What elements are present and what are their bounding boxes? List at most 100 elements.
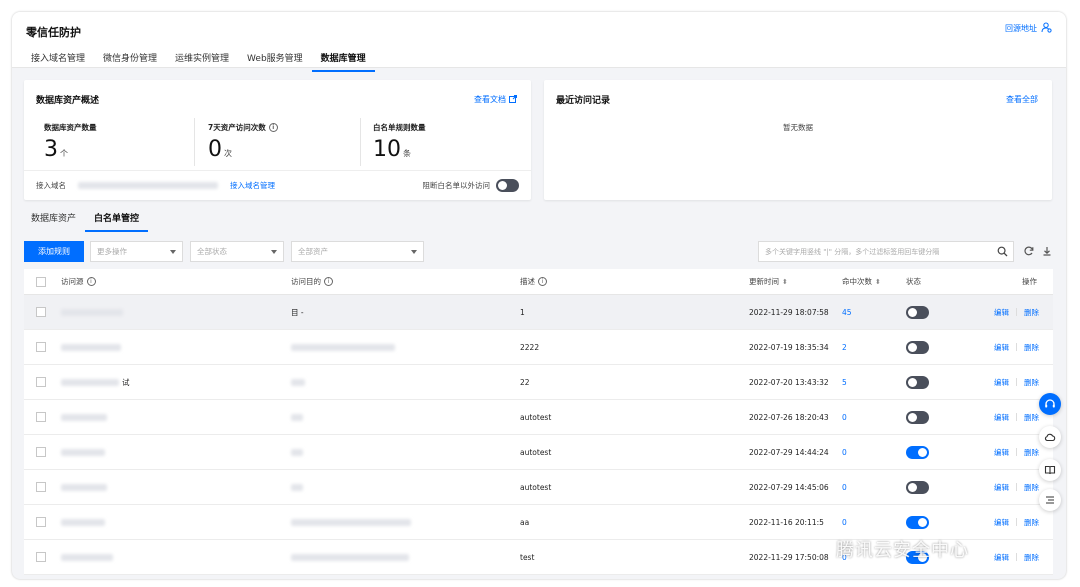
divider bbox=[1016, 308, 1017, 316]
status-toggle[interactable] bbox=[906, 410, 929, 424]
edit-button[interactable]: 编辑 bbox=[994, 377, 1009, 388]
tab-database-assets[interactable]: 数据库资产 bbox=[22, 208, 85, 232]
edit-button[interactable]: 编辑 bbox=[994, 517, 1009, 528]
hits-value[interactable]: 5 bbox=[842, 378, 847, 387]
col-action: 操作 bbox=[1022, 277, 1037, 286]
edit-button[interactable]: 编辑 bbox=[994, 412, 1009, 423]
tab-web-service[interactable]: Web服务管理 bbox=[238, 48, 312, 72]
hits-value[interactable]: 0 bbox=[842, 483, 847, 492]
row-checkbox[interactable] bbox=[36, 552, 46, 562]
hits-value[interactable]: 0 bbox=[842, 448, 847, 457]
delete-button[interactable]: 删除 bbox=[1024, 342, 1039, 353]
row-checkbox[interactable] bbox=[36, 412, 46, 422]
hits-value[interactable]: 45 bbox=[842, 308, 852, 317]
cloud-button[interactable] bbox=[1039, 426, 1061, 448]
table-header: 访问源 i 访问目的 i 描述 i 更新时间 ⬍ 命中次数 ⬍ 状态 操作 bbox=[24, 269, 1053, 295]
sort-icon[interactable]: ⬍ bbox=[782, 278, 788, 286]
row-checkbox[interactable] bbox=[36, 377, 46, 387]
row-checkbox[interactable] bbox=[36, 447, 46, 457]
table-row: 2222 2022-07-19 18:35:34 2 编辑 删除 bbox=[24, 330, 1053, 365]
docs-button[interactable] bbox=[1039, 459, 1061, 481]
tab-domain-management[interactable]: 接入域名管理 bbox=[22, 48, 94, 72]
info-icon[interactable]: i bbox=[538, 277, 547, 286]
col-desc: 描述 bbox=[520, 277, 535, 286]
info-icon[interactable]: i bbox=[86, 277, 96, 286]
domain-manage-link[interactable]: 接入域名管理 bbox=[230, 180, 275, 191]
status-toggle[interactable] bbox=[906, 375, 929, 389]
search-icon[interactable] bbox=[997, 246, 1008, 259]
tab-whitelist-control[interactable]: 白名单管控 bbox=[85, 208, 149, 232]
view-all-link[interactable]: 查看全部 bbox=[1006, 94, 1038, 105]
tab-ops-instance[interactable]: 运维实例管理 bbox=[166, 48, 238, 72]
desc-value: autotest bbox=[520, 412, 552, 422]
col-updated[interactable]: 更新时间 bbox=[749, 276, 779, 287]
status-filter-select[interactable]: 全部状态 bbox=[190, 241, 284, 262]
delete-button[interactable]: 删除 bbox=[1024, 517, 1039, 528]
page-title: 零信任防护 bbox=[26, 26, 81, 39]
status-toggle[interactable] bbox=[906, 340, 929, 354]
source-redacted bbox=[61, 343, 121, 351]
origin-address-link[interactable]: 回源地址 bbox=[1005, 22, 1052, 35]
domain-value-redacted bbox=[78, 182, 218, 189]
divider bbox=[1016, 343, 1017, 351]
info-icon[interactable]: i bbox=[268, 123, 278, 132]
search-input[interactable] bbox=[759, 242, 984, 261]
edit-button[interactable]: 编辑 bbox=[994, 447, 1009, 458]
wechat-icon bbox=[812, 539, 832, 560]
sub-tabs: 数据库资产 白名单管控 bbox=[22, 208, 149, 232]
status-toggle[interactable] bbox=[906, 480, 929, 494]
sort-icon[interactable]: ⬍ bbox=[875, 278, 881, 286]
target-redacted bbox=[291, 378, 305, 386]
list-button[interactable] bbox=[1039, 489, 1061, 511]
delete-button[interactable]: 删除 bbox=[1024, 377, 1039, 388]
app-window: 零信任防护 回源地址 接入域名管理 微信身份管理 运维实例管理 Web服务管理 … bbox=[12, 12, 1066, 579]
delete-button[interactable]: 删除 bbox=[1024, 447, 1039, 458]
target-redacted bbox=[291, 448, 303, 456]
stat-label: 7天资产访问次数 bbox=[208, 123, 266, 132]
col-hits[interactable]: 命中次数 bbox=[842, 276, 872, 287]
recent-title: 最近访问记录 bbox=[556, 96, 611, 106]
hits-value[interactable]: 0 bbox=[842, 413, 847, 422]
row-checkbox[interactable] bbox=[36, 482, 46, 492]
row-checkbox[interactable] bbox=[36, 307, 46, 317]
block-toggle[interactable] bbox=[496, 179, 519, 192]
table-body: 目 -1 2022-11-29 18:07:58 45 编辑 删除 2222 2022-07… bbox=[24, 295, 1053, 575]
delete-button[interactable]: 删除 bbox=[1024, 482, 1039, 493]
row-checkbox[interactable] bbox=[36, 517, 46, 527]
delete-button[interactable]: 删除 bbox=[1024, 412, 1039, 423]
user-settings-icon bbox=[1041, 22, 1052, 35]
target-redacted bbox=[291, 518, 411, 526]
updated-value: 2022-07-20 13:43:32 bbox=[749, 377, 829, 387]
divider bbox=[1016, 518, 1017, 526]
desc-value: 2222 bbox=[520, 342, 540, 352]
status-toggle[interactable] bbox=[906, 445, 929, 459]
edit-button[interactable]: 编辑 bbox=[994, 342, 1009, 353]
select-all-checkbox[interactable] bbox=[36, 276, 46, 287]
divider bbox=[1016, 483, 1017, 491]
tab-database-management[interactable]: 数据库管理 bbox=[311, 48, 375, 72]
edit-button[interactable]: 编辑 bbox=[994, 552, 1009, 563]
updated-value: 2022-07-29 14:44:24 bbox=[749, 447, 829, 457]
status-toggle[interactable] bbox=[906, 515, 929, 529]
more-ops-select[interactable]: 更多操作 bbox=[90, 241, 183, 262]
refresh-icon[interactable] bbox=[1022, 244, 1036, 258]
source-redacted bbox=[61, 413, 107, 421]
asset-filter-select[interactable]: 全部资产 bbox=[291, 241, 424, 262]
tab-wechat-identity[interactable]: 微信身份管理 bbox=[94, 48, 166, 72]
row-checkbox[interactable] bbox=[36, 342, 46, 352]
asset-filter-label: 全部资产 bbox=[298, 247, 328, 256]
recent-access-card: 最近访问记录 查看全部 暂无数据 bbox=[544, 80, 1052, 200]
add-rule-button[interactable]: 添加规则 bbox=[24, 241, 84, 262]
view-docs-link[interactable]: 查看文档 bbox=[474, 94, 517, 105]
table-row: aa 2022-11-16 20:11:5 0 编辑 删除 bbox=[24, 505, 1053, 540]
customer-service-button[interactable] bbox=[1039, 393, 1061, 415]
download-icon[interactable] bbox=[1040, 244, 1054, 258]
status-toggle[interactable] bbox=[906, 305, 929, 319]
edit-button[interactable]: 编辑 bbox=[994, 307, 1009, 318]
delete-button[interactable]: 删除 bbox=[1024, 552, 1039, 563]
hits-value[interactable]: 0 bbox=[842, 518, 847, 527]
hits-value[interactable]: 2 bbox=[842, 343, 847, 352]
edit-button[interactable]: 编辑 bbox=[994, 482, 1009, 493]
info-icon[interactable]: i bbox=[324, 277, 333, 286]
delete-button[interactable]: 删除 bbox=[1024, 307, 1039, 318]
